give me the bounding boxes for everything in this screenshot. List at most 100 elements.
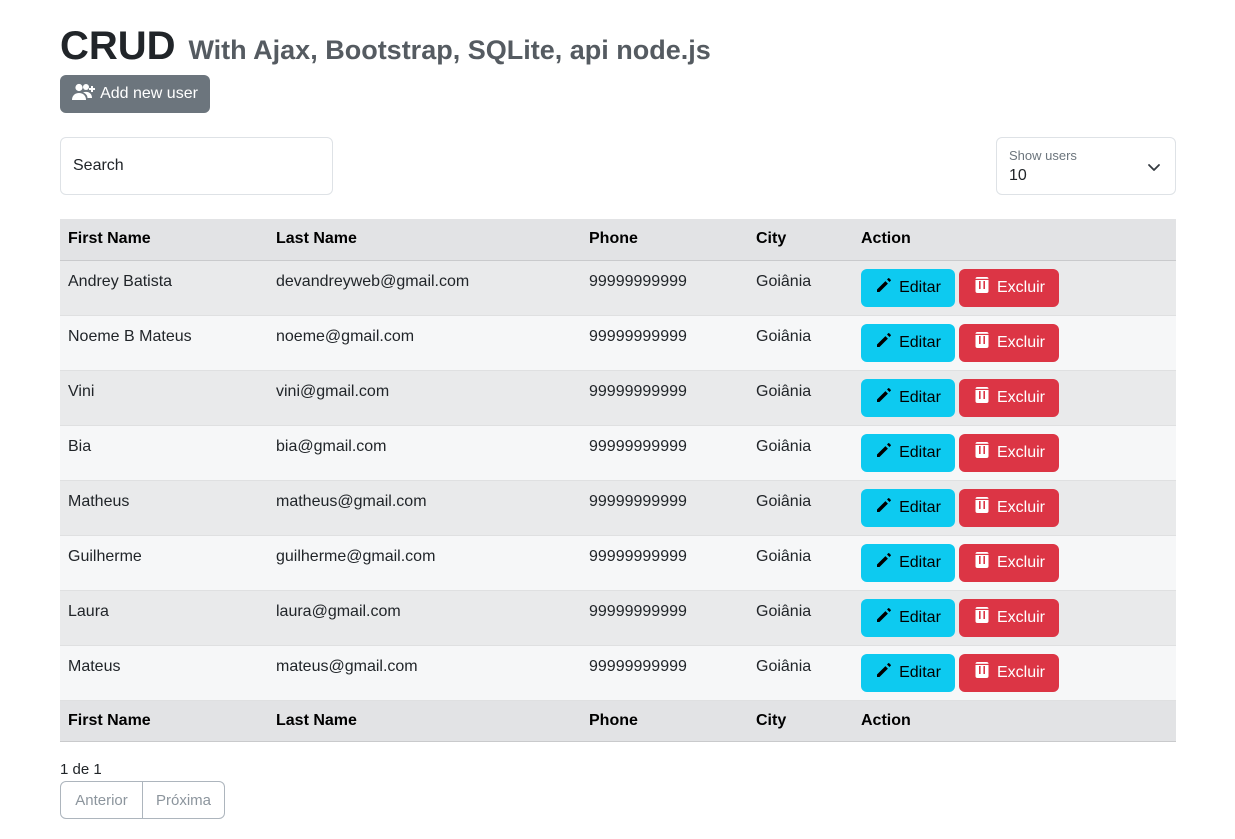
- trash-icon: [973, 551, 991, 574]
- table-row: Guilherme guilherme@gmail.com 99999999999 G…: [60, 535, 1176, 590]
- cell-city: Goiânia: [756, 272, 812, 290]
- edit-label: Editar: [899, 388, 941, 406]
- edit-button[interactable]: Editar: [861, 653, 955, 692]
- add-user-label: Add new user: [100, 85, 198, 102]
- cell-actions: Editar Excluir: [853, 480, 1176, 535]
- table-row: Bia bia@gmail.com 99999999999 Goiânia Editar…: [60, 425, 1176, 480]
- edit-button[interactable]: Editar: [861, 268, 955, 307]
- delete-label: Excluir: [996, 443, 1045, 461]
- cell-first-name: Guilherme: [68, 547, 142, 565]
- previous-page-button[interactable]: Anterior: [60, 781, 143, 819]
- cell-last-name: noeme@gmail.com: [276, 327, 415, 345]
- table-row: Laura laura@gmail.com 99999999999 Goiânia Ed…: [60, 590, 1176, 645]
- cell-first-name: Mateus: [68, 657, 121, 675]
- delete-label: Excluir: [996, 498, 1045, 516]
- search-input[interactable]: [60, 137, 333, 195]
- delete-label: Excluir: [996, 553, 1045, 571]
- trash-icon: [973, 661, 991, 684]
- trash-icon: [973, 441, 991, 464]
- edit-label: Editar: [899, 608, 941, 626]
- add-user-button[interactable]: Add new user: [60, 75, 210, 113]
- column-header-city: City: [748, 219, 853, 261]
- pencil-icon: [875, 496, 893, 519]
- cell-actions: Editar Excluir: [853, 315, 1176, 370]
- edit-label: Editar: [899, 663, 941, 681]
- user-plus-icon: [72, 83, 96, 106]
- cell-actions: Editar Excluir: [853, 425, 1176, 480]
- column-footer-last-name: Last Name: [268, 700, 581, 742]
- edit-button[interactable]: Editar: [861, 378, 955, 417]
- table-header-row: First Name Last Name Phone City Action: [60, 219, 1176, 261]
- delete-button[interactable]: Excluir: [959, 433, 1059, 472]
- cell-city: Goiânia: [756, 657, 812, 675]
- delete-label: Excluir: [996, 278, 1045, 296]
- delete-button[interactable]: Excluir: [959, 543, 1059, 582]
- cell-city: Goiânia: [756, 382, 812, 400]
- edit-button[interactable]: Editar: [861, 598, 955, 637]
- cell-actions: Editar Excluir: [853, 535, 1176, 590]
- delete-label: Excluir: [996, 663, 1045, 681]
- cell-phone: 99999999999: [589, 437, 687, 455]
- cell-city: Goiânia: [756, 602, 812, 620]
- cell-phone: 99999999999: [589, 492, 687, 510]
- delete-button[interactable]: Excluir: [959, 488, 1059, 527]
- cell-last-name: vini@gmail.com: [276, 382, 390, 400]
- column-footer-first-name: First Name: [60, 700, 268, 742]
- show-users-select[interactable]: Show users 10: [996, 137, 1176, 195]
- column-footer-phone: Phone: [581, 700, 748, 742]
- cell-phone: 99999999999: [589, 602, 687, 620]
- column-footer-city: City: [748, 700, 853, 742]
- cell-actions: Editar Excluir: [853, 590, 1176, 645]
- cell-last-name: devandreyweb@gmail.com: [276, 272, 470, 290]
- cell-first-name: Vini: [68, 382, 95, 400]
- page-title-main: CRUD: [60, 24, 176, 68]
- show-users-value: 10: [1009, 167, 1027, 184]
- delete-button[interactable]: Excluir: [959, 598, 1059, 637]
- page-subtitle: With Ajax, Bootstrap, SQLite, api node.j…: [188, 35, 711, 65]
- cell-city: Goiânia: [756, 327, 812, 345]
- cell-first-name: Noeme B Mateus: [68, 327, 192, 345]
- pencil-icon: [875, 441, 893, 464]
- table-row: Noeme B Mateus noeme@gmail.com 99999999999…: [60, 315, 1176, 370]
- pagination-info: 1 de 1: [60, 761, 102, 778]
- cell-first-name: Matheus: [68, 492, 130, 510]
- table-row: Mateus mateus@gmail.com 99999999999 Goiânia…: [60, 645, 1176, 700]
- cell-last-name: bia@gmail.com: [276, 437, 387, 455]
- table-row: Vini vini@gmail.com 99999999999 Goiânia Edit…: [60, 370, 1176, 425]
- column-header-phone: Phone: [581, 219, 748, 261]
- cell-city: Goiânia: [756, 437, 812, 455]
- cell-actions: Editar Excluir: [853, 260, 1176, 315]
- delete-label: Excluir: [996, 608, 1045, 626]
- show-users-label: Show users: [1009, 148, 1077, 163]
- pencil-icon: [875, 386, 893, 409]
- cell-phone: 99999999999: [589, 382, 687, 400]
- column-header-first-name: First Name: [60, 219, 268, 261]
- delete-button[interactable]: Excluir: [959, 378, 1059, 417]
- delete-label: Excluir: [996, 388, 1045, 406]
- cell-last-name: laura@gmail.com: [276, 602, 401, 620]
- cell-city: Goiânia: [756, 547, 812, 565]
- delete-button[interactable]: Excluir: [959, 323, 1059, 362]
- table-footer-row: First Name Last Name Phone City Action: [60, 700, 1176, 742]
- column-header-action: Action: [853, 219, 1176, 261]
- column-header-last-name: Last Name: [268, 219, 581, 261]
- cell-first-name: Andrey Batista: [68, 272, 173, 290]
- next-page-button[interactable]: Próxima: [143, 781, 225, 819]
- cell-last-name: guilherme@gmail.com: [276, 547, 436, 565]
- edit-button[interactable]: Editar: [861, 543, 955, 582]
- trash-icon: [973, 331, 991, 354]
- cell-last-name: mateus@gmail.com: [276, 657, 418, 675]
- edit-label: Editar: [899, 333, 941, 351]
- pencil-icon: [875, 606, 893, 629]
- cell-last-name: matheus@gmail.com: [276, 492, 427, 510]
- pencil-icon: [875, 551, 893, 574]
- pencil-icon: [875, 331, 893, 354]
- edit-button[interactable]: Editar: [861, 323, 955, 362]
- edit-button[interactable]: Editar: [861, 488, 955, 527]
- column-footer-action: Action: [853, 700, 1176, 742]
- delete-button[interactable]: Excluir: [959, 268, 1059, 307]
- cell-phone: 99999999999: [589, 272, 687, 290]
- trash-icon: [973, 386, 991, 409]
- edit-button[interactable]: Editar: [861, 433, 955, 472]
- delete-button[interactable]: Excluir: [959, 653, 1059, 692]
